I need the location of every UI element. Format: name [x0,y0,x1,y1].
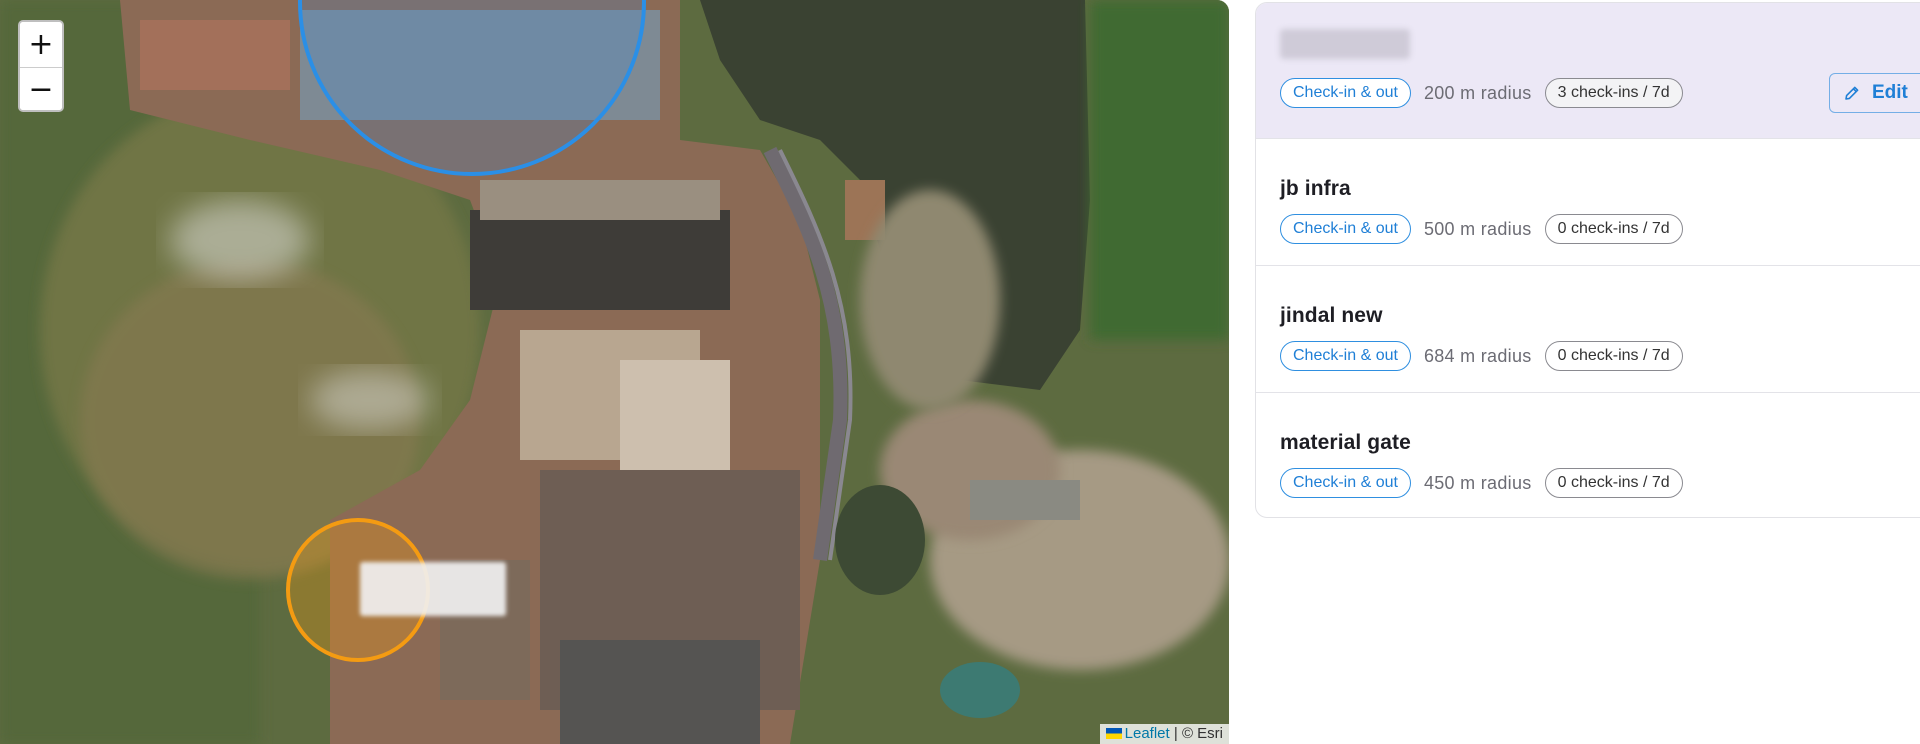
radius-text: 450 m radius [1423,472,1532,493]
mode-chip: Check-in & out [1280,214,1411,244]
location-item[interactable]: jb infra Check-in & out 500 m radius 0 c… [1256,139,1920,266]
attribution-separator: | [1169,725,1182,742]
location-name: jb infra [1280,177,1351,200]
location-meta: Check-in & out 450 m radius 0 check-ins … [1280,468,1683,498]
satellite-imagery [0,0,1229,744]
leaflet-link[interactable]: Leaflet [1125,725,1170,742]
map-view[interactable]: + − Leaflet | © Esri [0,0,1229,744]
zoom-out-button[interactable]: − [20,67,62,110]
location-item[interactable]: jindal new Check-in & out 684 m radius 0… [1256,266,1920,393]
edit-button-label: Edit [1872,82,1908,103]
checkin-count-chip: 0 check-ins / 7d [1544,214,1683,244]
radius-text: 684 m radius [1423,345,1532,366]
edit-button[interactable]: Edit [1829,73,1920,113]
checkin-count-chip: 0 check-ins / 7d [1544,341,1683,371]
radius-text: 500 m radius [1423,218,1532,239]
location-list: Check-in & out 200 m radius 3 check-ins … [1255,2,1920,518]
zoom-in-button[interactable]: + [20,22,62,67]
map-marker-label-redacted [360,562,506,616]
checkin-count-chip: 3 check-ins / 7d [1544,78,1683,108]
location-name: material gate [1280,431,1411,454]
location-meta: Check-in & out 500 m radius 0 check-ins … [1280,214,1683,244]
location-name: jindal new [1280,304,1383,327]
location-meta: Check-in & out 200 m radius 3 check-ins … [1280,78,1683,108]
attribution-provider: © Esri [1181,725,1223,742]
pencil-icon [1845,86,1859,100]
location-item[interactable]: Check-in & out 200 m radius 3 check-ins … [1256,3,1920,139]
mode-chip: Check-in & out [1280,341,1411,371]
mode-chip: Check-in & out [1280,78,1411,108]
location-name-redacted [1280,29,1410,59]
radius-text: 200 m radius [1423,82,1532,103]
ukraine-flag-icon [1105,728,1122,739]
checkin-count-chip: 0 check-ins / 7d [1544,468,1683,498]
location-meta: Check-in & out 684 m radius 0 check-ins … [1280,341,1683,371]
zoom-control: + − [18,20,64,112]
location-item[interactable]: material gate Check-in & out 450 m radiu… [1256,393,1920,517]
mode-chip: Check-in & out [1280,468,1411,498]
map-attribution: Leaflet | © Esri [1099,724,1229,744]
